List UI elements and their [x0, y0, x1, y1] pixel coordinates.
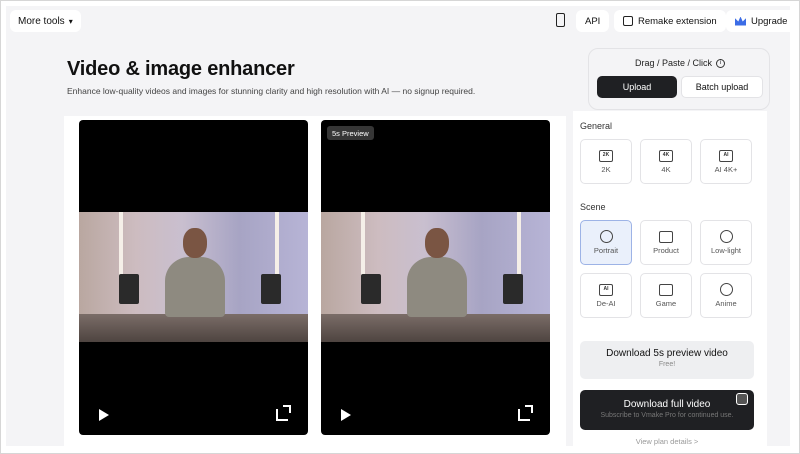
- option-label: AI 4K+: [714, 164, 738, 174]
- scene-portrait[interactable]: Portrait: [580, 220, 632, 265]
- option-label: Game: [655, 298, 677, 308]
- sunrise-icon: [719, 230, 733, 243]
- person: [165, 257, 225, 317]
- page-subtitle: Enhance low-quality videos and images fo…: [67, 86, 476, 96]
- option-label: Low-light: [710, 246, 741, 255]
- upload-hint: Drag / Paste / Click i: [589, 58, 771, 68]
- person-head: [425, 228, 449, 258]
- option-4k[interactable]: 4K 4K: [640, 139, 692, 184]
- option-label: 2K: [601, 164, 611, 174]
- 2k-icon: 2K: [599, 149, 613, 162]
- option-label: De-AI: [596, 298, 616, 308]
- option-label: Product: [653, 245, 679, 255]
- desk: [321, 314, 550, 342]
- fullscreen-icon[interactable]: [276, 405, 291, 421]
- download-preview-button[interactable]: Download 5s preview video Free!: [580, 341, 754, 379]
- person: [407, 257, 467, 317]
- upgrade-button[interactable]: Upgrade: [726, 10, 790, 32]
- download-full-button[interactable]: Download full video Subscribe to Vmake P…: [580, 390, 754, 430]
- enhanced-video[interactable]: 5s Preview: [321, 120, 550, 435]
- light-bar: [119, 212, 123, 282]
- page: More tools ▾ API Remake extension Upgrad…: [6, 6, 790, 446]
- 4k-icon: 4K: [659, 149, 673, 162]
- camera-icon: [736, 393, 748, 405]
- phone-icon[interactable]: [556, 13, 565, 27]
- scene-label: Scene: [580, 202, 606, 212]
- download-full-title: Download full video: [623, 399, 711, 410]
- option-2k[interactable]: 2K 2K: [580, 139, 632, 184]
- chevron-down-icon: ▾: [68, 16, 73, 26]
- video-frame: [321, 212, 550, 342]
- preview-badge: 5s Preview: [327, 126, 374, 140]
- gamepad-icon: [659, 283, 673, 296]
- light-bar: [275, 212, 279, 282]
- option-label: Portrait: [593, 246, 619, 255]
- api-button[interactable]: API: [576, 10, 610, 32]
- remake-extension-button[interactable]: Remake extension: [614, 10, 726, 32]
- download-preview-title: Download 5s preview video: [606, 348, 728, 359]
- option-label: Anime: [715, 299, 737, 308]
- speaker: [503, 274, 523, 304]
- light-bar: [361, 212, 365, 282]
- general-label: General: [580, 121, 613, 131]
- upload-hint-text: Drag / Paste / Click: [634, 58, 713, 68]
- ai-icon: AI: [599, 283, 613, 296]
- product-icon: [659, 230, 673, 243]
- option-label: 4K: [661, 164, 671, 174]
- option-ai-4k-plus[interactable]: AI AI 4K+: [700, 139, 752, 184]
- download-preview-note: Free!: [658, 361, 676, 368]
- scene-de-ai[interactable]: AI De-AI: [580, 273, 632, 318]
- remake-extension-label: Remake extension: [638, 15, 717, 27]
- person-head: [183, 228, 207, 258]
- scene-anime[interactable]: Anime: [700, 273, 752, 318]
- api-label: API: [585, 15, 601, 27]
- cat-face-icon: [719, 283, 733, 296]
- ai-icon: AI: [719, 149, 733, 162]
- more-tools-label: More tools: [18, 15, 65, 27]
- fullscreen-icon[interactable]: [518, 405, 533, 421]
- info-icon[interactable]: i: [716, 58, 726, 68]
- smile-icon: [599, 230, 613, 243]
- upgrade-label: Upgrade: [751, 15, 788, 27]
- crown-icon: [735, 16, 746, 26]
- light-bar: [517, 212, 521, 282]
- preview-area: 5s Preview: [64, 116, 566, 446]
- original-video[interactable]: [79, 120, 308, 435]
- play-icon[interactable]: [99, 409, 109, 421]
- upload-button[interactable]: Upload: [597, 76, 677, 98]
- scene-product[interactable]: Product: [640, 220, 692, 265]
- settings-panel: General 2K 2K 4K 4K AI AI 4K+ Scene Port…: [573, 111, 767, 446]
- download-full-note: Subscribe to Vmake Pro for continued use…: [600, 412, 734, 419]
- more-tools-button[interactable]: More tools ▾: [10, 10, 81, 32]
- view-plan-link[interactable]: View plan details >: [580, 437, 754, 446]
- upload-panel[interactable]: Drag / Paste / Click i Upload Batch uplo…: [588, 48, 770, 110]
- speaker: [361, 274, 381, 304]
- scene-game[interactable]: Game: [640, 273, 692, 318]
- speaker: [119, 274, 139, 304]
- page-title: Video & image enhancer: [67, 58, 295, 80]
- scene-low-light[interactable]: Low-light: [700, 220, 752, 265]
- extension-icon: [623, 16, 633, 26]
- desk: [79, 314, 308, 342]
- batch-upload-button[interactable]: Batch upload: [681, 76, 763, 98]
- play-icon[interactable]: [341, 409, 351, 421]
- video-frame: [79, 212, 308, 342]
- speaker: [261, 274, 281, 304]
- top-bar: More tools ▾ API Remake extension Upgrad…: [6, 6, 790, 36]
